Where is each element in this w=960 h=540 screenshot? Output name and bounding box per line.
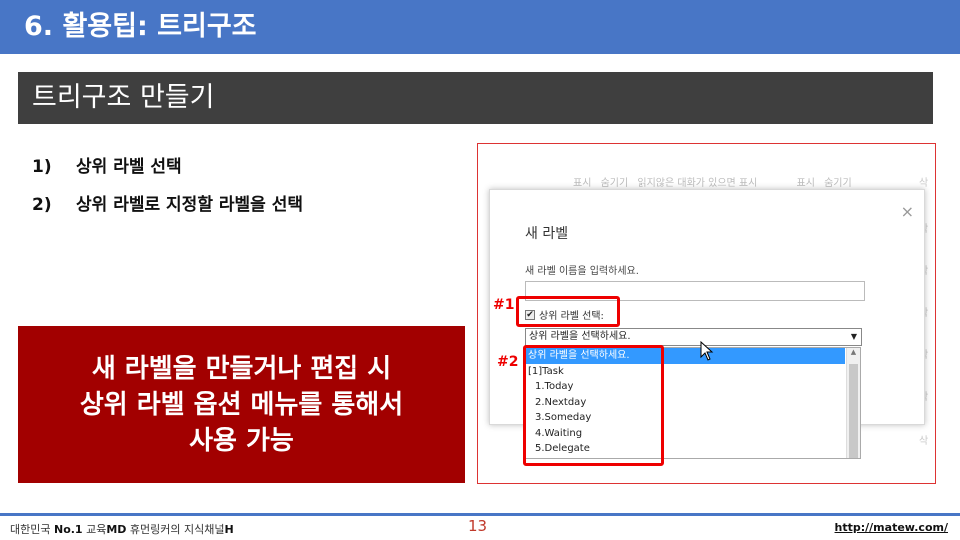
bg-delete-link: 삭 (919, 178, 929, 189)
page-number: 13 (468, 517, 488, 535)
footer-text-bold: No.1 (53, 523, 83, 536)
footer-tagline: 대한민국 No.1 교육MD 휴먼링커의 지식채널H (10, 521, 234, 537)
section-title: 트리구조 만들기 (32, 82, 215, 113)
label-name-prompt: 새 라벨 이름을 입력하세요. (525, 266, 639, 277)
footer-text-bold: H (224, 523, 234, 536)
step-text: 상위 라벨로 지정할 라벨을 선택 (76, 195, 303, 215)
slide-title: 6. 활용팁: 트리구조 (24, 11, 257, 42)
footer-text: 휴먼링커의 지식채널 (129, 523, 225, 536)
dropdown-arrow-icon: ▼ (850, 332, 857, 341)
step-item: 1) 상위 라벨 선택 (32, 150, 303, 188)
step-number: 1) (32, 157, 52, 177)
parent-label-select-value: 상위 라벨을 선택하세요. (529, 331, 631, 342)
step-tag-2: #2 (497, 354, 519, 370)
mouse-pointer-icon (700, 341, 714, 361)
dropdown-scrollbar[interactable]: ▲ (846, 348, 860, 458)
section-title-bar: 트리구조 만들기 (18, 72, 933, 124)
highlight-box-2 (523, 345, 664, 466)
callout-line: 새 라벨을 만들거나 편집 시 (91, 353, 392, 384)
footer-text: 교육 (86, 523, 107, 536)
close-icon[interactable]: × (901, 202, 914, 221)
footer-divider (0, 513, 960, 516)
footer-text: 대한민국 (10, 523, 51, 536)
step-text: 상위 라벨 선택 (76, 157, 182, 177)
callout-line: 사용 가능 (189, 425, 294, 456)
callout-box: 새 라벨을 만들거나 편집 시 상위 라벨 옵션 메뉴를 통해서 사용 가능 (18, 326, 465, 483)
dialog-title: 새 라벨 (525, 226, 569, 242)
bg-delete-link: 삭 (919, 436, 929, 447)
footer-link[interactable]: http://matew.com/ (835, 521, 948, 534)
bg-show-link: 표시 (796, 178, 815, 189)
bg-hide-link: 숨기기 (824, 178, 852, 189)
parent-label-select[interactable]: 상위 라벨을 선택하세요. ▼ (525, 328, 862, 346)
steps-list: 1) 상위 라벨 선택 2) 상위 라벨로 지정할 라벨을 선택 (32, 150, 303, 226)
screenshot-panel: 표시 숨기기 읽지않은 대화가 있으면 표시 표시 숨기기 삭 삭 삭 삭 삭 … (477, 143, 936, 484)
bg-unread-note: 읽지않은 대화가 있으면 표시 (637, 178, 758, 189)
bg-show-link: 표시 (573, 178, 592, 189)
callout-line: 상위 라벨 옵션 메뉴를 통해서 (79, 389, 404, 420)
highlight-box-1 (516, 296, 620, 327)
step-tag-1: #1 (493, 297, 515, 313)
background-settings-row: 표시 숨기기 읽지않은 대화가 있으면 표시 표시 숨기기 (573, 174, 858, 189)
scrollbar-thumb[interactable] (849, 364, 858, 458)
scroll-up-arrow-icon[interactable]: ▲ (847, 348, 860, 356)
step-item: 2) 상위 라벨로 지정할 라벨을 선택 (32, 188, 303, 226)
bg-hide-link: 숨기기 (600, 178, 629, 189)
slide-header: 6. 활용팁: 트리구조 (0, 0, 960, 54)
footer-text-bold: MD (106, 523, 127, 536)
step-number: 2) (32, 195, 52, 215)
